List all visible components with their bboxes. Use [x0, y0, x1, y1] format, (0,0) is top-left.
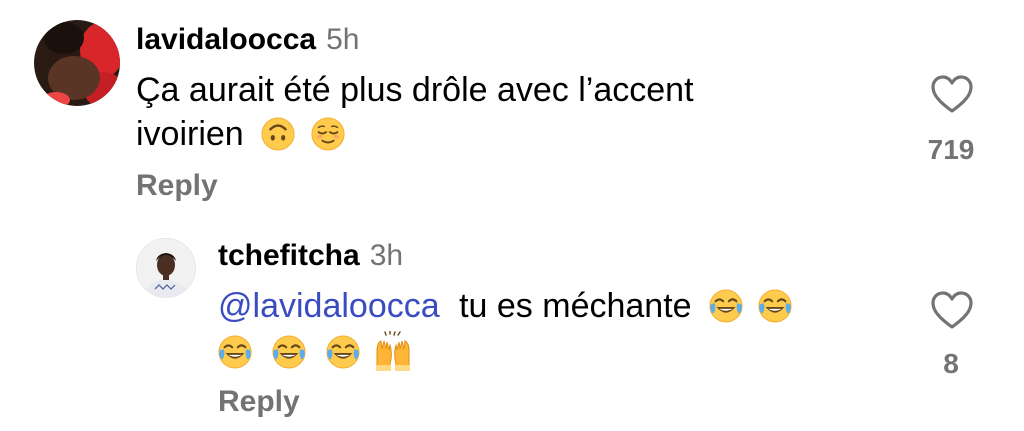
comment-reply-button[interactable]: Reply — [136, 168, 218, 204]
comment-text-line2: ivoirien — [136, 112, 351, 156]
relieved-face-emoji — [311, 117, 345, 151]
face-with-tears-of-joy-emoji — [709, 289, 743, 323]
reply-text: tu es méchante — [459, 287, 692, 325]
comment-username[interactable]: lavidaloocca — [136, 23, 316, 56]
raising-hands-emoji — [374, 331, 412, 371]
reply-time: 3h — [369, 239, 404, 272]
upside-down-face-emoji — [261, 117, 295, 151]
comment-time: 5h — [326, 23, 360, 56]
comment-text-line1: Ça aurait été plus drôle avec l’accent — [136, 71, 694, 109]
face-with-tears-of-joy-emoji — [272, 335, 306, 369]
profile-photo-icon — [137, 239, 195, 297]
reply-like-heart-icon[interactable] — [930, 290, 974, 330]
comment-text-word: ivoirien — [136, 115, 244, 153]
face-with-tears-of-joy-emoji — [758, 289, 793, 323]
avatar-tchefitcha[interactable] — [136, 238, 196, 298]
comment-like-heart-icon[interactable] — [930, 74, 974, 114]
reply-meta: tchefitcha 3h — [218, 238, 403, 274]
reply-username[interactable]: tchefitcha — [218, 239, 360, 272]
comment-like-count: 719 — [927, 134, 975, 165]
reply-reply-button[interactable]: Reply — [218, 384, 300, 420]
comments-thread: lavidaloocca 5h Ça aurait été plus drôle … — [0, 0, 1024, 431]
comment-meta: lavidaloocca 5h — [136, 22, 359, 58]
face-with-tears-of-joy-emoji — [326, 335, 360, 369]
reply-text-line1: @lavidaloocca tu es méchante — [218, 284, 798, 328]
reply-mention-link[interactable]: @lavidaloocca — [218, 287, 440, 325]
profile-photo-icon — [34, 20, 120, 106]
face-with-tears-of-joy-emoji — [218, 335, 252, 369]
avatar-lavidaloocca[interactable] — [34, 20, 120, 106]
reply-like-count: 8 — [943, 348, 959, 379]
reply-text-line2 — [218, 330, 418, 374]
